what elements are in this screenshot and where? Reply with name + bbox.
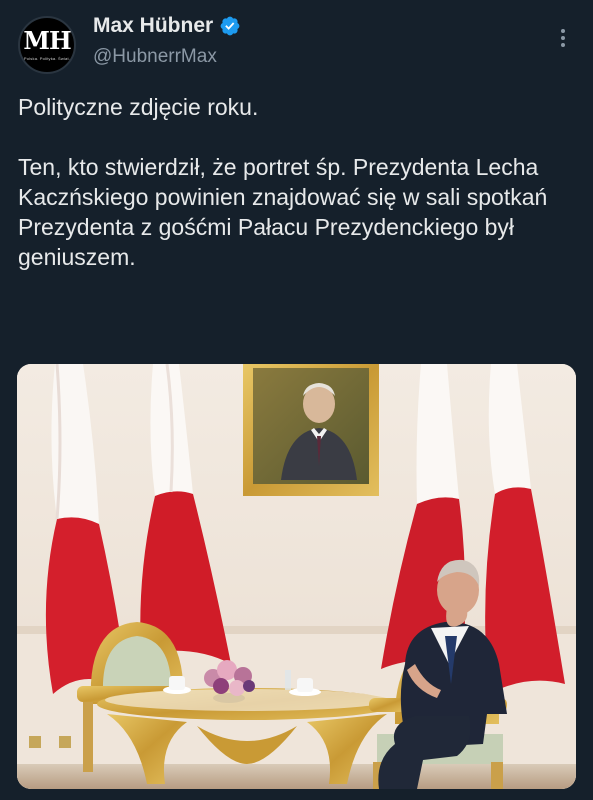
tweet-header: MH Polska. Polityka. Świat. Max Hübner @… (0, 0, 593, 86)
outlet-left-2 (59, 736, 71, 748)
author-handle[interactable]: @HubnerrMax (93, 46, 217, 68)
avatar-tagline: Polska. Polityka. Świat. (23, 56, 71, 61)
more-options-icon[interactable] (556, 26, 570, 50)
photo-scene (17, 364, 576, 789)
avatar[interactable]: MH Polska. Polityka. Świat. (18, 16, 76, 74)
author-name-row: Max Hübner (93, 14, 241, 38)
verified-badge-icon (220, 16, 240, 36)
outlet-left (29, 736, 41, 748)
tweet-text: Polityczne zdjęcie roku. Ten, kto stwier… (18, 94, 548, 270)
tweet-photo[interactable] (17, 364, 576, 789)
avatar-initials: MH (23, 26, 71, 55)
author-name[interactable]: Max Hübner (93, 14, 213, 38)
presidential-portrait (243, 364, 379, 496)
